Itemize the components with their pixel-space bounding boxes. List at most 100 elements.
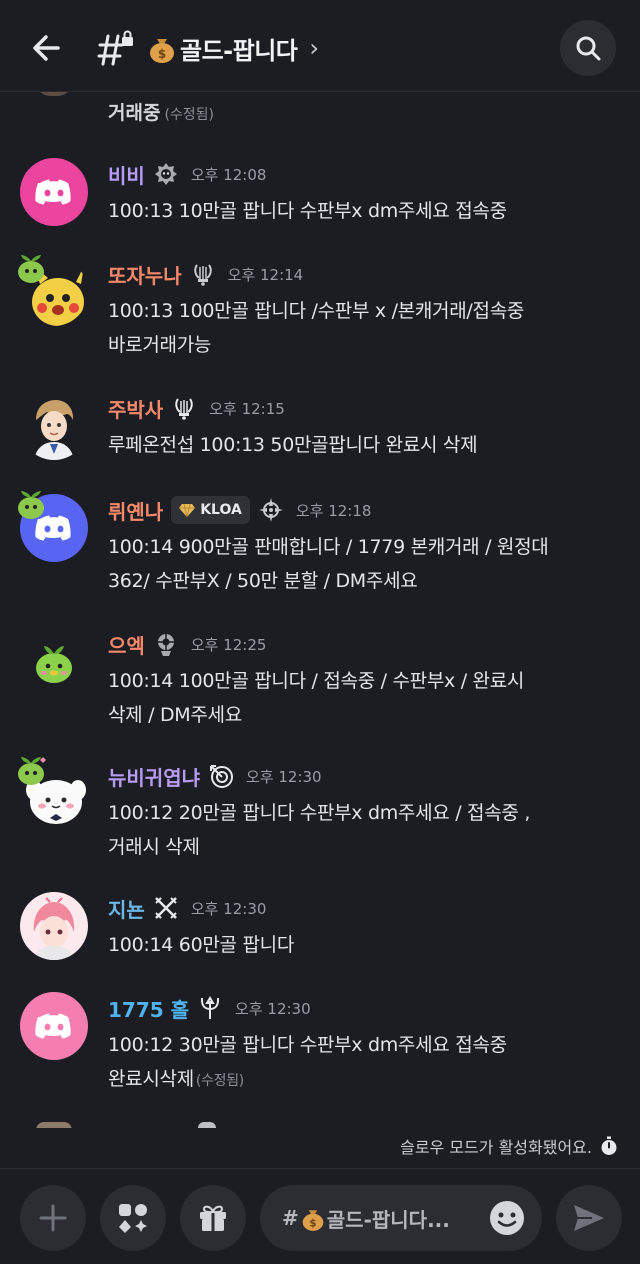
send-button[interactable] <box>556 1185 622 1251</box>
svg-text:$: $ <box>309 1218 316 1230</box>
message-header: 비비 오후 12:08 <box>108 158 266 190</box>
slow-mode-text: 슬로우 모드가 활성화됐어요. <box>400 1138 592 1157</box>
username[interactable]: 1775 홀 <box>108 994 189 1023</box>
username[interactable]: 또자누나 <box>108 260 182 289</box>
message-composer: # $ 골드-팝니다... <box>0 1168 640 1264</box>
timestamp: 오후 12:30 <box>190 899 267 918</box>
hash-lock-icon <box>96 28 136 68</box>
gift-button[interactable] <box>180 1185 246 1251</box>
username[interactable]: 비비 <box>108 160 145 189</box>
edited-label: (수정됨) <box>195 1073 244 1089</box>
send-icon <box>574 1205 604 1231</box>
slow-mode-notice: 슬로우 모드가 활성화됐어요. <box>400 1132 618 1160</box>
sprout-decoration-icon <box>18 491 44 519</box>
message-header: 1775 홀 오후 12:30 <box>108 992 311 1024</box>
avatar[interactable] <box>20 892 88 960</box>
message-content: 100:13 10만골 팝니다 수판부x dm주세요 접속중 <box>108 194 608 228</box>
sprout-decoration-icon <box>18 757 46 785</box>
message-header: 지뇬 오후 12:30 <box>108 892 266 924</box>
message-line: 100:13 10만골 팝니다 수판부x dm주세요 접속중 <box>108 200 507 222</box>
search-icon <box>576 36 601 61</box>
avatar[interactable] <box>20 158 88 226</box>
message-content: 루페온전섭 100:13 50만골팝니다 완료시 삭제 <box>108 428 608 462</box>
message-content: 100:12 20만골 팝니다 수판부x dm주세요 / 접속중 , 거래시 삭… <box>108 796 608 864</box>
compass-badge-icon <box>258 498 283 522</box>
username[interactable]: 뤼옌나 <box>108 496 163 525</box>
channel-header: $ 골드-팝니다 › <box>0 0 640 92</box>
message-input-placeholder: # $ 골드-팝니다... <box>282 1206 450 1232</box>
message-header: 주박사 오후 12:15 <box>108 392 285 424</box>
message-line: 완료시삭제 (수정됨) <box>108 1068 244 1090</box>
message-line: 100:14 900만골 판매합니다 / 1779 본캐거래 / 원정대 <box>108 536 549 558</box>
timestamp: 오후 12:25 <box>190 635 267 654</box>
username[interactable]: 으엑 <box>108 630 145 659</box>
gem-icon <box>179 503 196 517</box>
money-bag-icon: $ <box>150 39 174 63</box>
server-tag-label: KLOA <box>200 502 242 518</box>
add-button[interactable] <box>20 1185 86 1251</box>
timestamp: 오후 12:08 <box>190 165 267 184</box>
message-text: 거래중 (수정됨) <box>108 102 215 124</box>
avatar[interactable] <box>20 392 88 460</box>
username[interactable]: 지뇬 <box>108 894 145 923</box>
timestamp: 오후 12:30 <box>246 767 322 786</box>
emoji-icon <box>490 1201 524 1235</box>
apps-button[interactable] <box>100 1185 166 1251</box>
skull-badge-icon <box>154 163 177 185</box>
crossed-swords-badge-icon <box>154 897 177 919</box>
role-badge-icon <box>198 1122 216 1128</box>
apps-icon <box>119 1204 147 1233</box>
svg-text:$: $ <box>158 47 166 61</box>
plus-icon <box>39 1204 67 1232</box>
gift-icon <box>200 1205 226 1231</box>
gear-skull-badge-icon <box>157 634 174 656</box>
message-line: 362/ 수판부X / 50만 분할 / DM주세요 <box>108 570 418 592</box>
channel-name: 골드-팝니다 <box>180 36 298 65</box>
message-header: 또자누나 오후 12:14 <box>108 258 303 290</box>
message-header: 뤼옌나 KLOA 오후 12:18 <box>108 494 371 526</box>
message-line: 거래시 삭제 <box>108 836 200 858</box>
discord-logo-icon <box>35 179 71 205</box>
server-tag[interactable]: KLOA <box>171 496 250 524</box>
message-content: 100:14 100만골 팝니다 / 접속중 / 수판부x / 완료시 삭제 /… <box>108 664 608 732</box>
message-line: 삭제 / DM주세요 <box>108 704 242 726</box>
emoji-button[interactable] <box>488 1199 526 1237</box>
message-header: 으엑 오후 12:25 <box>108 628 266 660</box>
timestamp: 오후 12:14 <box>227 265 304 284</box>
message-line: 100:12 30만골 팝니다 수판부x dm주세요 접속중 <box>108 1034 507 1056</box>
message-line: 100:12 20만골 팝니다 수판부x dm주세요 / 접속중 , <box>108 802 531 824</box>
message-list[interactable]: 거래중 (수정됨) 비비 오후 12:08 100:13 10만골 팝니다 수판부… <box>0 92 640 1128</box>
message-line: 100:14 100만골 팝니다 / 접속중 / 수판부x / 완료시 <box>108 670 525 692</box>
message-line: 루페온전섭 100:13 50만골팝니다 완료시 삭제 <box>108 434 478 456</box>
channel-title-button[interactable]: $ 골드-팝니다 › <box>148 28 319 68</box>
target-badge-icon <box>210 765 233 788</box>
message-line: 100:13 100만골 팝니다 /수판부 x /본캐거래/접속중 <box>108 300 525 322</box>
message-content: 100:13 100만골 팝니다 /수판부 x /본캐거래/접속중 바로거래가능 <box>108 294 608 362</box>
timestamp: 오후 12:15 <box>209 399 285 418</box>
trident-badge-icon <box>201 996 220 1019</box>
avatar[interactable] <box>20 992 88 1060</box>
username[interactable]: 주박사 <box>108 394 163 423</box>
lyre-badge-icon <box>175 398 193 420</box>
avatar[interactable] <box>20 628 88 696</box>
sprout-decoration-icon <box>18 255 44 283</box>
message-line: 100:14 60만골 팝니다 <box>108 934 294 956</box>
avatar[interactable] <box>36 1122 72 1128</box>
timestamp: 오후 12:18 <box>295 501 372 520</box>
message-line: 바로거래가능 <box>108 334 212 356</box>
message-content: 100:14 60만골 팝니다 <box>108 928 608 962</box>
username[interactable]: 뉴비귀엽냐 <box>108 762 200 791</box>
stopwatch-icon <box>601 1136 617 1155</box>
chevron-right-icon: › <box>309 34 319 62</box>
message-header: 뉴비귀엽냐 오후 12:30 <box>108 760 322 792</box>
money-bag-icon: $ <box>302 1210 324 1231</box>
lyre-badge-icon <box>193 264 212 286</box>
edited-label: (수정됨) <box>164 107 215 123</box>
timestamp: 오후 12:30 <box>235 999 311 1018</box>
back-arrow-icon[interactable] <box>26 28 70 68</box>
message-input[interactable]: # $ 골드-팝니다... <box>260 1185 542 1251</box>
avatar[interactable] <box>36 92 72 96</box>
message-content: 100:14 900만골 판매합니다 / 1779 본캐거래 / 원정대 362… <box>108 530 608 598</box>
message-content: 100:12 30만골 팝니다 수판부x dm주세요 접속중 완료시삭제 (수정됨… <box>108 1028 608 1098</box>
search-button[interactable] <box>560 20 616 76</box>
